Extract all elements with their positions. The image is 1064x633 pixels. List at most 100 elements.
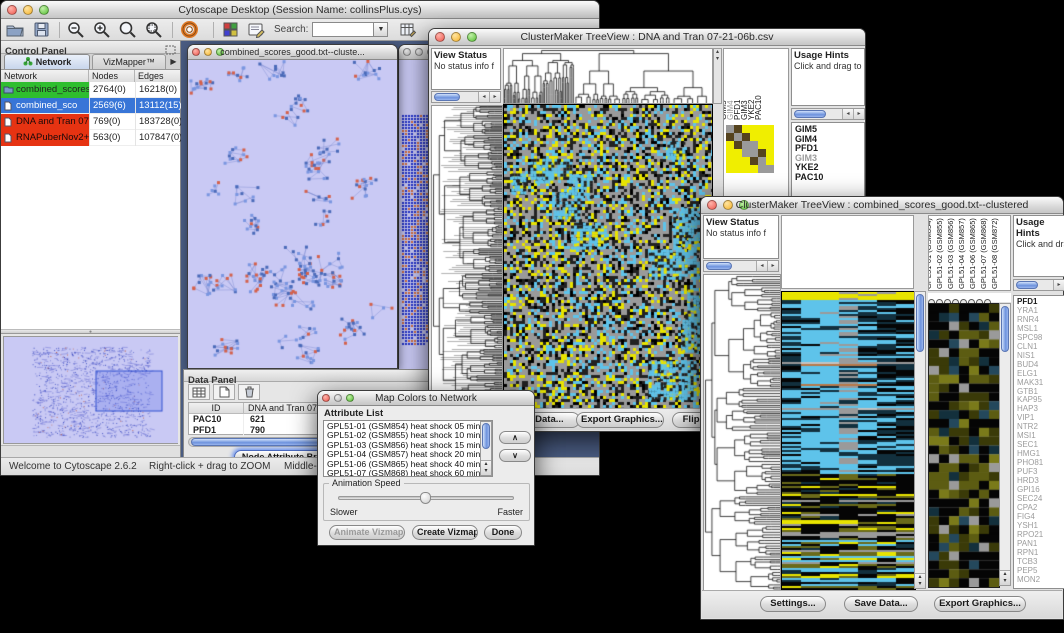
animate-vizmap-button[interactable]: Animate Vizmap [329,525,405,540]
zoom-heatmap-cell[interactable] [734,165,742,173]
data-col-id[interactable]: ID [189,403,244,413]
zoom-fit-icon[interactable] [118,21,138,39]
row-dendrogram[interactable] [431,105,503,411]
zoom-heatmap-cell[interactable] [726,165,734,173]
open-session-icon[interactable] [5,21,25,39]
zoom-heatmap-cell[interactable] [742,165,750,173]
birdseye-view[interactable] [3,336,178,444]
label-scroll-arrows[interactable] [713,48,722,104]
panel-splitter[interactable]: ● [1,329,180,334]
treeview1-title-bar[interactable]: ClusterMaker TreeView : DNA and Tran 07-… [429,29,865,46]
zoom-heatmap-cell[interactable] [750,157,758,165]
scroll-right-icon[interactable] [489,92,500,102]
zoom-heatmap-cell[interactable] [766,125,774,133]
zoom-heatmap-cell[interactable] [750,165,758,173]
column-label[interactable]: GPL51-07 (GSM868) [979,218,988,289]
float-panel-icon[interactable] [165,42,176,60]
column-label[interactable]: GPL51-01 (GSM854) [928,218,933,289]
move-down-button[interactable]: ∨ [499,449,531,462]
tab-vizmapper[interactable]: VizMapper™ [92,54,166,69]
row-dendrogram[interactable] [703,274,781,591]
scroll-thumb[interactable] [706,262,732,270]
save-session-icon[interactable] [31,21,51,39]
move-up-button[interactable]: ∧ [499,431,531,444]
zoom-heatmap-cell[interactable] [750,125,758,133]
main-title-bar[interactable]: Cytoscape Desktop (Session Name: collins… [1,1,599,19]
zoom-selected-icon[interactable] [144,21,164,39]
scroll-thumb[interactable] [434,93,460,101]
zoom-heatmap-cell[interactable] [766,133,774,141]
scroll-thumb[interactable] [916,294,924,352]
zoom-heatmap-cell[interactable] [766,141,774,149]
view-status-scrollbar[interactable] [431,91,501,103]
network-list-row[interactable]: combined_scores2764(0)16218(0) [1,82,180,98]
zoom-heatmap-cell[interactable] [734,157,742,165]
attribute-item[interactable]: GPL51-07 (GSM868) heat shock 60 min [327,469,492,477]
zoom-heatmap-cell[interactable] [742,141,750,149]
done-button[interactable]: Done [484,525,522,540]
column-label[interactable]: GPL51-03 (GSM856) [946,218,955,289]
attribute-list-vscrollbar[interactable] [480,421,492,476]
gene-item[interactable]: MON2 [1017,576,1064,585]
global-heatmap[interactable] [503,104,713,411]
scroll-thumb[interactable] [1001,306,1009,352]
close-icon[interactable] [403,48,411,56]
scroll-left-icon[interactable] [756,261,767,271]
zoom-heatmap-cell[interactable] [766,157,774,165]
attribute-table-icon[interactable] [188,384,210,400]
zoom-heatmap-cell[interactable] [734,149,742,157]
scroll-right-icon[interactable] [853,109,864,119]
column-dendrogram[interactable] [503,48,713,104]
scroll-arrows[interactable] [1000,570,1010,585]
settings-button[interactable]: Settings... [760,596,826,612]
birdseye-canvas[interactable] [4,337,178,443]
zoom-heatmap-cell[interactable] [726,157,734,165]
col-edges[interactable]: Edges [135,70,180,82]
animation-slider-thumb[interactable] [420,492,431,504]
new-attribute-icon[interactable] [213,384,235,400]
zoom-heatmap[interactable] [726,125,774,173]
scroll-thumb[interactable] [482,423,490,449]
search-input[interactable] [312,22,374,37]
view-status-scrollbar[interactable] [703,260,779,272]
gene-item[interactable]: PAC10 [795,173,864,183]
scroll-right-icon[interactable] [1053,280,1064,290]
scroll-right-icon[interactable] [767,261,778,271]
help-lifering-icon[interactable] [179,21,199,39]
zoom-heatmap-cell[interactable] [742,133,750,141]
gene-vscrollbar[interactable] [999,303,1011,586]
treeview2-title-bar[interactable]: ClusterMaker TreeView : combined_scores_… [701,197,1063,214]
usage-hints-scrollbar[interactable] [791,108,865,120]
zoom-heatmap-cell[interactable] [750,141,758,149]
column-label[interactable]: GPL51-04 (GSM857) [957,218,966,289]
save-data-button[interactable]: Save Data... [844,596,918,612]
search-dropdown-icon[interactable]: ▼ [374,22,388,37]
zoom-heatmap-cell[interactable] [758,149,766,157]
network-list-row[interactable]: RNAPuberNov2+I563(0)107847(0) [1,130,180,146]
delete-attribute-trash-icon[interactable] [238,384,260,400]
zoom-in-icon[interactable] [92,21,112,39]
zoom-heatmap-cell[interactable] [726,125,734,133]
scroll-thumb[interactable] [1016,281,1038,289]
dialog-title-bar[interactable]: Map Colors to Network [318,391,534,406]
export-graphics-button[interactable]: Export Graphics... [576,412,664,428]
zoom-heatmap-cell[interactable] [758,141,766,149]
column-label[interactable]: PAC10 [754,95,763,120]
scroll-arrows[interactable] [481,460,491,475]
column-dendrogram-area[interactable] [781,215,914,289]
col-nodes[interactable]: Nodes [89,70,135,82]
column-label[interactable]: GPL51-08 (GSM872) [990,218,999,289]
vizmap-grid-icon[interactable] [220,21,240,39]
zoom-heatmap-cell[interactable] [766,165,774,173]
column-label[interactable]: GPL51-06 (GSM865) [968,218,977,289]
zoom-heatmap-cell[interactable] [734,125,742,133]
create-vizmap-button[interactable]: Create Vizmap [412,525,478,540]
heatmap-vscrollbar[interactable] [914,291,926,589]
zoom-heatmap-cell[interactable] [742,125,750,133]
scroll-thumb[interactable] [794,110,826,118]
zoom-heatmap[interactable] [928,303,1000,588]
col-network[interactable]: Network [1,70,89,82]
annotation-icon[interactable] [246,21,266,39]
zoom-out-icon[interactable] [66,21,86,39]
scroll-left-icon[interactable] [478,92,489,102]
